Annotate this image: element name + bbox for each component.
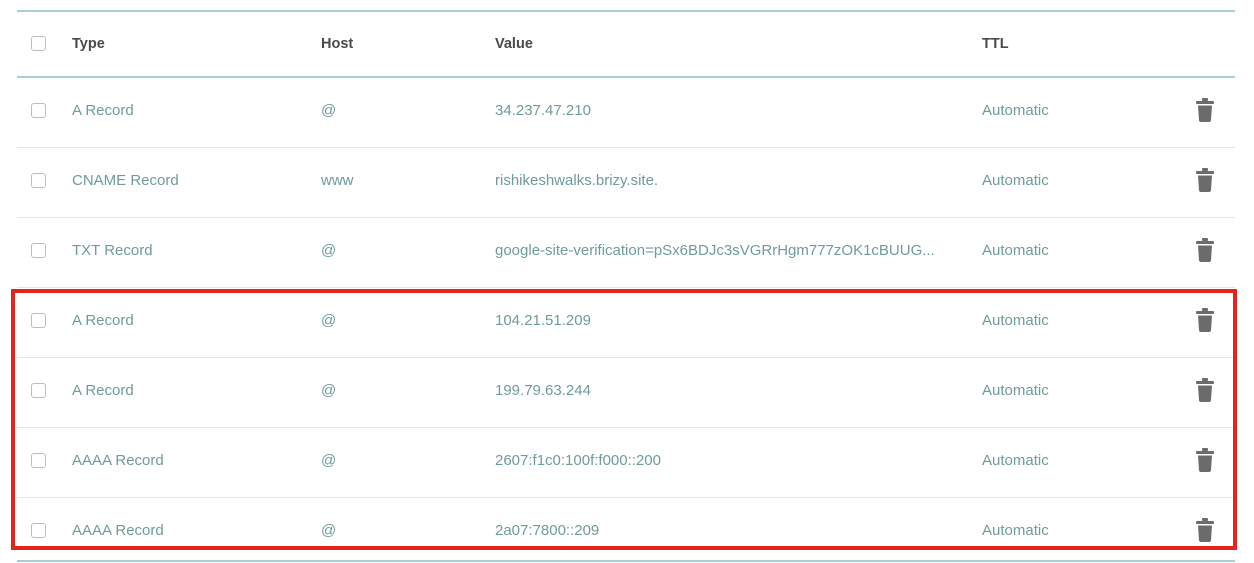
row-checkbox[interactable] — [31, 243, 46, 258]
table-row: A Record @ 199.79.63.244 Automatic — [17, 358, 1235, 428]
record-value: rishikeshwalks.brizy.site. — [495, 172, 659, 189]
table-row: AAAA Record @ 2607:f1c0:100f:f000::200 A… — [17, 428, 1235, 498]
header-host: Host — [321, 36, 354, 52]
record-value: 104.21.51.209 — [495, 312, 591, 329]
record-ttl: Automatic — [982, 522, 1049, 539]
table-row: A Record @ 104.21.51.209 Automatic — [17, 288, 1235, 358]
row-checkbox[interactable] — [31, 173, 46, 188]
row-checkbox[interactable] — [31, 383, 46, 398]
trash-icon[interactable] — [1195, 238, 1215, 262]
record-value: 34.237.47.210 — [495, 102, 591, 119]
row-checkbox[interactable] — [31, 103, 46, 118]
record-host: @ — [321, 102, 337, 119]
table-row: CNAME Record www rishikeshwalks.brizy.si… — [17, 148, 1235, 218]
record-ttl: Automatic — [982, 382, 1049, 399]
record-type: CNAME Record — [72, 172, 179, 189]
record-ttl: Automatic — [982, 452, 1049, 469]
record-type: AAAA Record — [72, 452, 164, 469]
table-row: AAAA Record @ 2a07:7800::209 Automatic — [17, 498, 1235, 563]
record-type: AAAA Record — [72, 522, 164, 539]
record-value: google-site-verification=pSx6BDJc3sVGRrH… — [495, 242, 935, 259]
table-bottom-rule — [17, 560, 1235, 562]
table-row: A Record @ 34.237.47.210 Automatic — [17, 78, 1235, 148]
record-host: @ — [321, 382, 337, 399]
record-value: 2607:f1c0:100f:f000::200 — [495, 452, 661, 469]
record-ttl: Automatic — [982, 312, 1049, 329]
row-checkbox[interactable] — [31, 453, 46, 468]
records-list: A Record @ 34.237.47.210 Automatic CNAME… — [17, 78, 1235, 563]
record-ttl: Automatic — [982, 102, 1049, 119]
select-all-checkbox[interactable] — [31, 36, 46, 51]
header-value: Value — [495, 36, 533, 52]
record-value: 199.79.63.244 — [495, 382, 591, 399]
record-type: A Record — [72, 102, 134, 119]
row-checkbox[interactable] — [31, 313, 46, 328]
record-value: 2a07:7800::209 — [495, 522, 600, 539]
record-ttl: Automatic — [982, 242, 1049, 259]
trash-icon[interactable] — [1195, 378, 1215, 402]
table-row: TXT Record @ google-site-verification=pS… — [17, 218, 1235, 288]
record-host: www — [321, 172, 354, 189]
record-type: A Record — [72, 312, 134, 329]
record-host: @ — [321, 242, 337, 259]
row-checkbox[interactable] — [31, 523, 46, 538]
header-type: Type — [72, 36, 105, 52]
header-ttl: TTL — [982, 36, 1009, 52]
table-header: Type Host Value TTL — [17, 12, 1235, 78]
trash-icon[interactable] — [1195, 168, 1215, 192]
trash-icon[interactable] — [1195, 98, 1215, 122]
trash-icon[interactable] — [1195, 308, 1215, 332]
record-host: @ — [321, 522, 337, 539]
trash-icon[interactable] — [1195, 518, 1215, 542]
record-type: TXT Record — [72, 242, 153, 259]
record-ttl: Automatic — [982, 172, 1049, 189]
dns-records-page: Type Host Value TTL A Record @ 34.237.47… — [0, 0, 1254, 563]
trash-icon[interactable] — [1195, 448, 1215, 472]
record-host: @ — [321, 452, 337, 469]
record-type: A Record — [72, 382, 134, 399]
record-host: @ — [321, 312, 337, 329]
